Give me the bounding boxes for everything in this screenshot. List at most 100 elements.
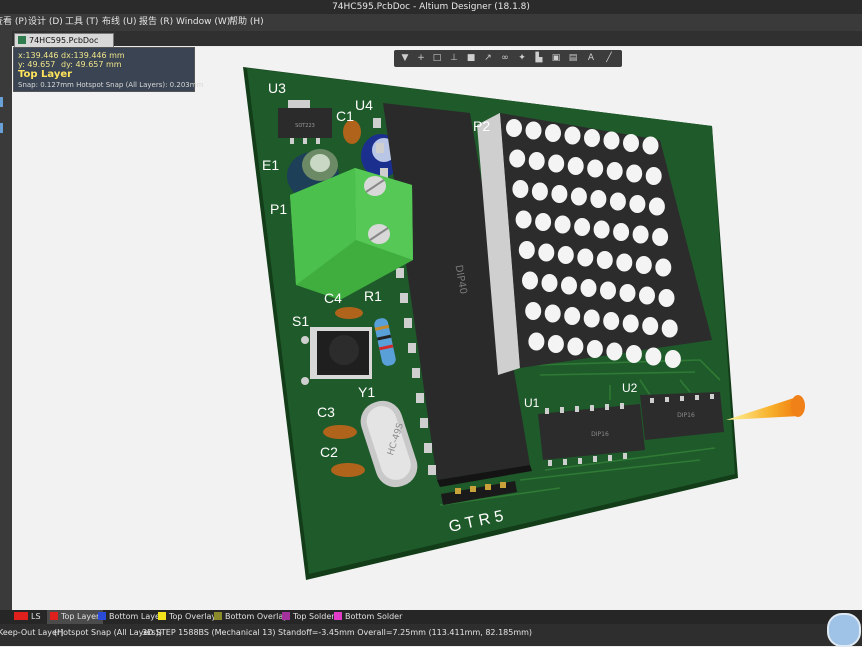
led-dot bbox=[506, 119, 522, 137]
filter-icon[interactable]: ▼ bbox=[398, 52, 412, 65]
led-dot bbox=[642, 136, 659, 155]
designator-c1: C1 bbox=[336, 108, 354, 124]
route-icon[interactable]: ↗ bbox=[481, 52, 495, 65]
led-dot bbox=[606, 162, 623, 180]
led-dot bbox=[531, 182, 548, 201]
led-dot bbox=[570, 187, 587, 206]
led-dot bbox=[655, 258, 672, 277]
layer-swatch bbox=[50, 612, 58, 620]
led-dot bbox=[664, 350, 681, 368]
align-icon[interactable]: ⊥ bbox=[447, 52, 461, 65]
avatar[interactable] bbox=[827, 613, 861, 647]
led-dot bbox=[626, 164, 643, 183]
led-dot bbox=[645, 347, 662, 366]
status-info: 3D STEP 1588BS (Mechanical 13) Standoff=… bbox=[142, 628, 533, 637]
hud-layer: Top Layer bbox=[18, 69, 73, 80]
component-icon[interactable]: ■ bbox=[464, 52, 478, 65]
designator-r1: R1 bbox=[364, 288, 382, 304]
led-dot bbox=[583, 309, 600, 328]
panel-marker bbox=[0, 123, 3, 133]
layer-tab-bottom-solder[interactable]: Bottom Solder bbox=[334, 610, 402, 624]
led-dot bbox=[522, 271, 538, 290]
led-dot bbox=[658, 289, 675, 307]
led-dot bbox=[577, 248, 594, 267]
designator-e1: E1 bbox=[262, 157, 279, 173]
led-dot bbox=[525, 121, 542, 140]
designator-u3: U3 bbox=[268, 80, 286, 96]
keepout-icon[interactable]: ▣ bbox=[549, 52, 563, 65]
layer-tab-bottom-layer[interactable]: Bottom Layer bbox=[98, 610, 163, 624]
designator-u1: U1 bbox=[524, 396, 540, 410]
c4-capacitor[interactable] bbox=[335, 307, 363, 319]
dimension-icon[interactable]: ∞ bbox=[498, 52, 512, 65]
led-dot bbox=[512, 180, 529, 198]
led-dot bbox=[518, 241, 535, 259]
led-dot bbox=[600, 281, 616, 300]
led-dot bbox=[652, 228, 669, 246]
layer-swatch bbox=[14, 612, 28, 620]
designator-u4: U4 bbox=[355, 97, 373, 113]
c2-capacitor[interactable] bbox=[331, 463, 365, 477]
u3-body-label: SOT223 bbox=[295, 123, 315, 129]
led-dot bbox=[590, 190, 607, 208]
led-dot bbox=[629, 195, 646, 213]
led-dot bbox=[625, 345, 642, 363]
led-dot bbox=[535, 213, 552, 231]
led-dot bbox=[613, 223, 630, 241]
hud-dy: dy: 49.657 mm bbox=[61, 60, 122, 69]
led-dot bbox=[603, 312, 620, 330]
led-dot bbox=[661, 319, 678, 338]
designator-c4: C4 bbox=[324, 290, 342, 306]
status-bar: Keep-Out Layer] (Hotspot Snap (All Layer… bbox=[0, 624, 862, 646]
layer-swatch bbox=[334, 612, 342, 620]
led-dot bbox=[635, 256, 652, 274]
layer-tabs: LS Top Layer Bottom Layer Top Overlay Bo… bbox=[0, 610, 862, 624]
layer-swatch bbox=[98, 612, 106, 620]
s1-pushbutton[interactable] bbox=[301, 327, 372, 385]
led-dot bbox=[586, 340, 603, 358]
led-dot bbox=[587, 159, 604, 178]
led-dot bbox=[567, 157, 584, 175]
layer-tab-top-overlay[interactable]: Top Overlay bbox=[158, 610, 216, 624]
led-dot bbox=[567, 337, 584, 356]
left-panel-strip[interactable] bbox=[0, 31, 12, 610]
place-icon[interactable]: ✦ bbox=[515, 52, 529, 65]
led-dot bbox=[596, 251, 613, 269]
layer-tab-top-layer[interactable]: Top Layer bbox=[47, 610, 104, 624]
cross-icon[interactable]: + bbox=[414, 52, 428, 65]
layer-swatch bbox=[158, 612, 166, 620]
designator-c3: C3 bbox=[317, 404, 335, 420]
led-dot bbox=[564, 307, 581, 325]
led-dot bbox=[551, 185, 568, 203]
led-dot bbox=[554, 215, 571, 234]
hud-snap: Snap: 0.127mm Hotspot Snap (All Layers):… bbox=[18, 81, 204, 89]
led-dot bbox=[548, 154, 565, 173]
led-dot bbox=[574, 218, 591, 236]
inspect-icon[interactable]: ▤ bbox=[566, 52, 580, 65]
coordinate-hud: x:139.446 dx:139.446 mm y: 49.657 dy: 49… bbox=[13, 47, 203, 92]
panel-marker bbox=[0, 97, 3, 107]
line-icon[interactable]: ╱ bbox=[602, 52, 616, 65]
led-dot bbox=[544, 304, 561, 323]
layer-tab-top-solder[interactable]: Top Solder bbox=[282, 610, 335, 624]
led-dot bbox=[515, 210, 532, 229]
designator-s1: S1 bbox=[292, 313, 309, 329]
led-dot bbox=[528, 152, 545, 170]
polygon-icon[interactable]: ▙ bbox=[532, 52, 546, 65]
designator-c2: C2 bbox=[320, 444, 338, 460]
hud-dx: dx:139.446 mm bbox=[61, 51, 125, 60]
led-dot bbox=[642, 317, 659, 335]
led-dot bbox=[538, 243, 555, 262]
led-dot bbox=[623, 134, 639, 152]
rect-select-icon[interactable]: □ bbox=[430, 52, 444, 65]
text-icon[interactable]: A bbox=[584, 52, 598, 65]
u2-body-label: DIP16 bbox=[677, 412, 695, 419]
hud-x: x:139.446 bbox=[18, 51, 59, 60]
led-dot bbox=[509, 149, 526, 168]
designator-p1: P1 bbox=[270, 201, 287, 217]
layer-tab-ls[interactable]: LS bbox=[14, 610, 45, 624]
layer-tab-bottom-overlay[interactable]: Bottom Overlay bbox=[214, 610, 288, 624]
designator-p2: P2 bbox=[473, 118, 490, 134]
c3-capacitor[interactable] bbox=[323, 425, 357, 439]
led-dot bbox=[616, 253, 633, 272]
